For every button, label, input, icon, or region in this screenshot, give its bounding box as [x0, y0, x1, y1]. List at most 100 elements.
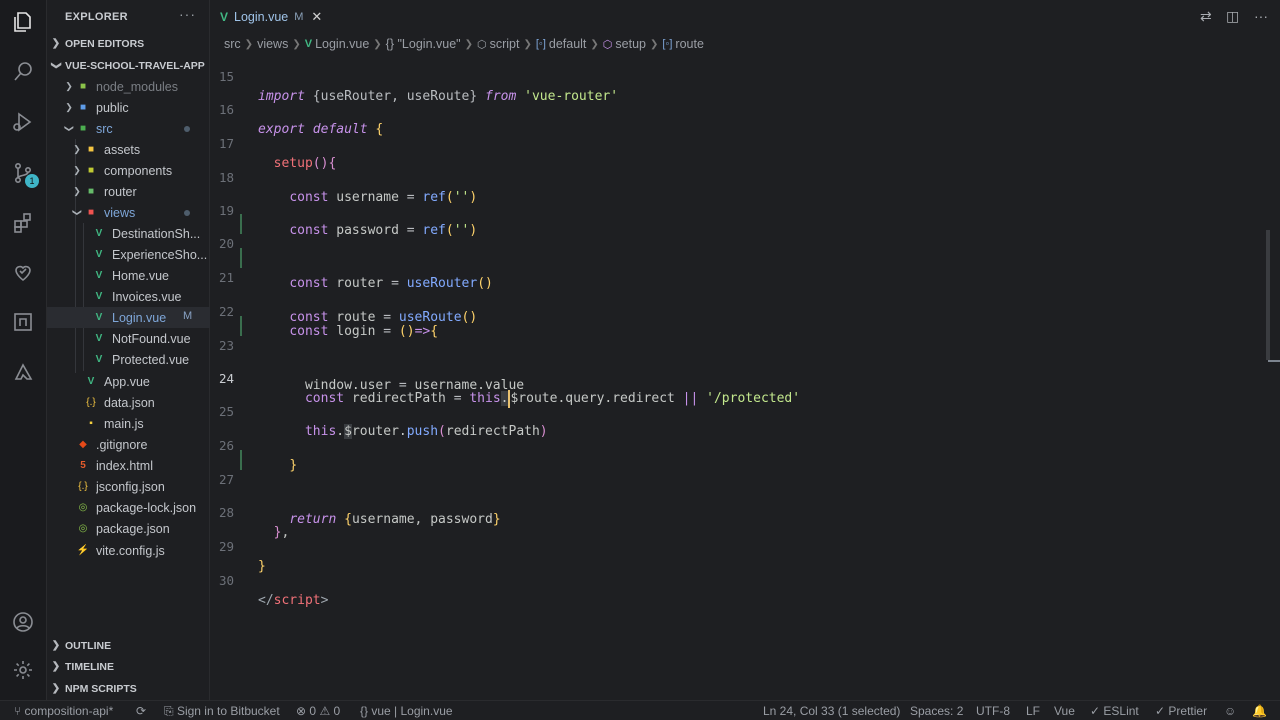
folder-node-icon: ■ [79, 81, 87, 92]
breadcrumb-item[interactable]: default [549, 37, 587, 51]
outline-section[interactable]: ❯ OUTLINE [47, 635, 209, 656]
tree-item-assets[interactable]: ❯ ■ assets [47, 139, 233, 160]
more-actions-icon[interactable]: ··· [1254, 8, 1268, 24]
branch-label: composition-api* [24, 704, 114, 718]
chevron-down-icon: ❯ [50, 61, 62, 70]
split-editor-icon[interactable]: ◫ [1226, 8, 1239, 25]
cursor-position[interactable]: Ln 24, Col 33 (1 selected) [763, 704, 900, 718]
encoding[interactable]: UTF-8 [976, 704, 1010, 718]
tree-item-package-lock[interactable]: ◎ package-lock.json [47, 497, 237, 518]
tree-item-views[interactable]: ❯ ■ views [47, 202, 233, 223]
language-crumb-label: vue | Login.vue [371, 704, 453, 718]
remote-explorer-icon[interactable] [0, 252, 46, 292]
chevron-right-icon: ❯ [244, 38, 254, 50]
sync-icon[interactable]: ⟳ [136, 704, 146, 718]
tree-item-router[interactable]: ❯ ■ router [47, 181, 233, 202]
tab-login-vue[interactable]: V Login.vue M ✕ [210, 0, 338, 34]
git-gutter-added [240, 316, 242, 336]
code-line: 18 const username = ref('') [210, 148, 1268, 205]
tree-item-label: public [96, 100, 129, 115]
breadcrumb-item[interactable]: views [257, 37, 288, 51]
tab-modified-badge: M [294, 11, 304, 23]
breadcrumb-item[interactable]: {} "Login.vue" [386, 37, 461, 51]
tree-item-label: index.html [96, 458, 153, 473]
explorer-title: EXPLORER [65, 11, 128, 23]
language-mode[interactable]: Vue [1054, 704, 1075, 718]
code-line-current: 24 const redirectPath = this. $route.quer… [210, 349, 1268, 408]
tree-item-label: views [104, 205, 136, 220]
extensions-icon[interactable] [0, 203, 46, 243]
explorer-more-icon[interactable]: ··· [179, 6, 196, 22]
code-line: 21 const route = useRoute() [210, 248, 1268, 325]
json-file-icon: {.} [78, 481, 88, 492]
breadcrumb-item[interactable]: Login.vue [315, 37, 369, 51]
open-editors-section[interactable]: ❯ OPEN EDITORS [47, 33, 209, 54]
code-editor[interactable]: 15 import {useRouter, useRoute} from 'vu… [210, 54, 1280, 700]
symbol-variable-icon: [◦] [662, 38, 673, 50]
open-changes-icon[interactable]: ⇄ [1200, 8, 1212, 25]
chevron-right-icon: ❯ [73, 144, 81, 154]
scrollbar-thumb[interactable] [1266, 230, 1270, 360]
settings-gear-icon[interactable] [0, 650, 46, 690]
npm-scripts-section[interactable]: ❯ NPM SCRIPTS [47, 678, 209, 699]
project-section[interactable]: ❯ VUE-SCHOOL-TRAVEL-APP [47, 55, 209, 76]
code-line: 17 setup(){ [210, 114, 1268, 171]
breadcrumb-item[interactable]: setup [615, 37, 646, 51]
eslint-item[interactable]: ✓ ESLint [1090, 704, 1139, 718]
timeline-section[interactable]: ❯ TIMELINE [47, 656, 209, 677]
vue-file-icon: V [95, 291, 103, 302]
vue-file-icon: V [95, 228, 103, 239]
symbol-method-icon: ⬡ [602, 38, 613, 51]
error-icon: ⊗ [296, 704, 307, 718]
account-icon[interactable] [0, 602, 46, 642]
npm-file-icon: ◎ [78, 502, 88, 513]
feedback-icon[interactable]: ☺ [1224, 704, 1236, 718]
chevron-down-icon: ❯ [72, 208, 83, 217]
tree-item-gitignore[interactable]: ◆ .gitignore [47, 434, 237, 455]
section-label: TIMELINE [65, 660, 114, 673]
search-icon[interactable] [0, 52, 46, 92]
tree-item-components[interactable]: ❯ ■ components [47, 160, 233, 181]
tree-item-vite-config[interactable]: ⚡ vite.config.js [47, 540, 237, 561]
branch-item[interactable]: ⑂ composition-api* [14, 704, 113, 718]
warning-count: 0 [333, 704, 341, 718]
source-control-icon[interactable]: 1 [0, 153, 46, 193]
language-crumb-item[interactable]: {} vue | Login.vue [360, 704, 453, 718]
breadcrumb-item[interactable]: script [490, 37, 520, 51]
tree-item-public[interactable]: ❯ ■ public [47, 97, 225, 118]
run-debug-icon[interactable] [0, 102, 46, 142]
code-line: 27 return {username, password} [210, 450, 1268, 527]
breadcrumb-item[interactable]: route [675, 37, 704, 51]
prettier-label: Prettier [1168, 704, 1208, 718]
tree-item-label: package-lock.json [96, 500, 197, 515]
close-icon[interactable]: ✕ [311, 9, 322, 25]
git-branch-icon: ⑂ [14, 704, 22, 718]
tree-item-label: node_modules [96, 79, 179, 94]
bitbucket-item[interactable]: ⎘ Sign in to Bitbucket [164, 704, 280, 719]
gitlens-icon[interactable] [0, 302, 46, 342]
breadcrumb: src ❯ views ❯ V Login.vue ❯ {} "Login.vu… [224, 35, 704, 53]
chevron-right-icon: ❯ [590, 38, 599, 50]
tree-item-index-html[interactable]: 5 index.html [47, 455, 237, 476]
chevron-right-icon: ❯ [292, 38, 301, 50]
tree-item-jsconfig[interactable]: {.} jsconfig.json [47, 476, 237, 497]
tree-item-src[interactable]: ❯ ■ src [47, 118, 225, 139]
git-gutter-added [240, 450, 242, 470]
bell-icon[interactable]: 🔔 [1252, 704, 1267, 718]
breadcrumb-item[interactable]: src [224, 37, 241, 51]
prettier-item[interactable]: ✓ Prettier [1155, 704, 1207, 718]
indentation[interactable]: Spaces: 2 [910, 704, 963, 718]
chevron-right-icon: ❯ [51, 661, 61, 672]
tree-item-label: data.json [104, 395, 155, 410]
tree-item-package-json[interactable]: ◎ package.json [47, 518, 237, 539]
vue-file-icon: V [95, 312, 103, 323]
symbol-icon: ⬡ [476, 38, 487, 51]
folder-router-icon: ■ [87, 186, 95, 197]
end-of-line[interactable]: LF [1026, 704, 1040, 718]
files-icon[interactable] [0, 2, 46, 42]
problems-item[interactable]: ⊗ 0 ⚠ 0 [296, 704, 340, 718]
tree-item-node-modules[interactable]: ❯ ■ node_modules [47, 76, 225, 97]
modified-dot [184, 210, 190, 216]
check-double-icon: ✓ [1090, 704, 1101, 718]
azure-icon[interactable] [0, 352, 46, 392]
